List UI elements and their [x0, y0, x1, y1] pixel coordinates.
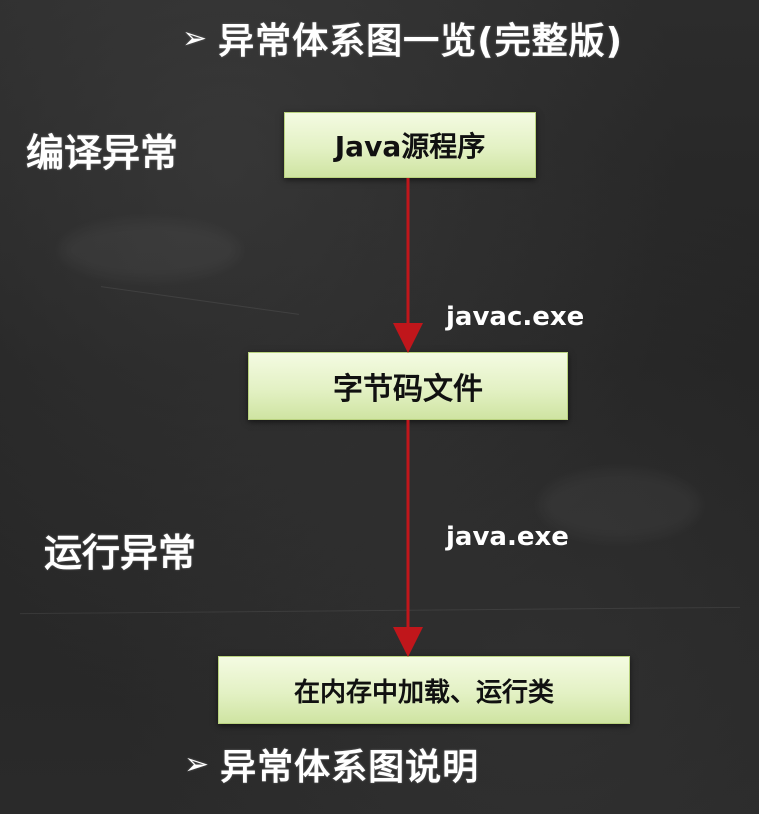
heading-marker-icon: ➢: [184, 746, 211, 782]
bottom-heading: ➢ 异常体系图说明: [184, 738, 479, 790]
flow-arrows: [393, 178, 423, 657]
bottom-heading-text: 异常体系图说明: [220, 747, 480, 788]
